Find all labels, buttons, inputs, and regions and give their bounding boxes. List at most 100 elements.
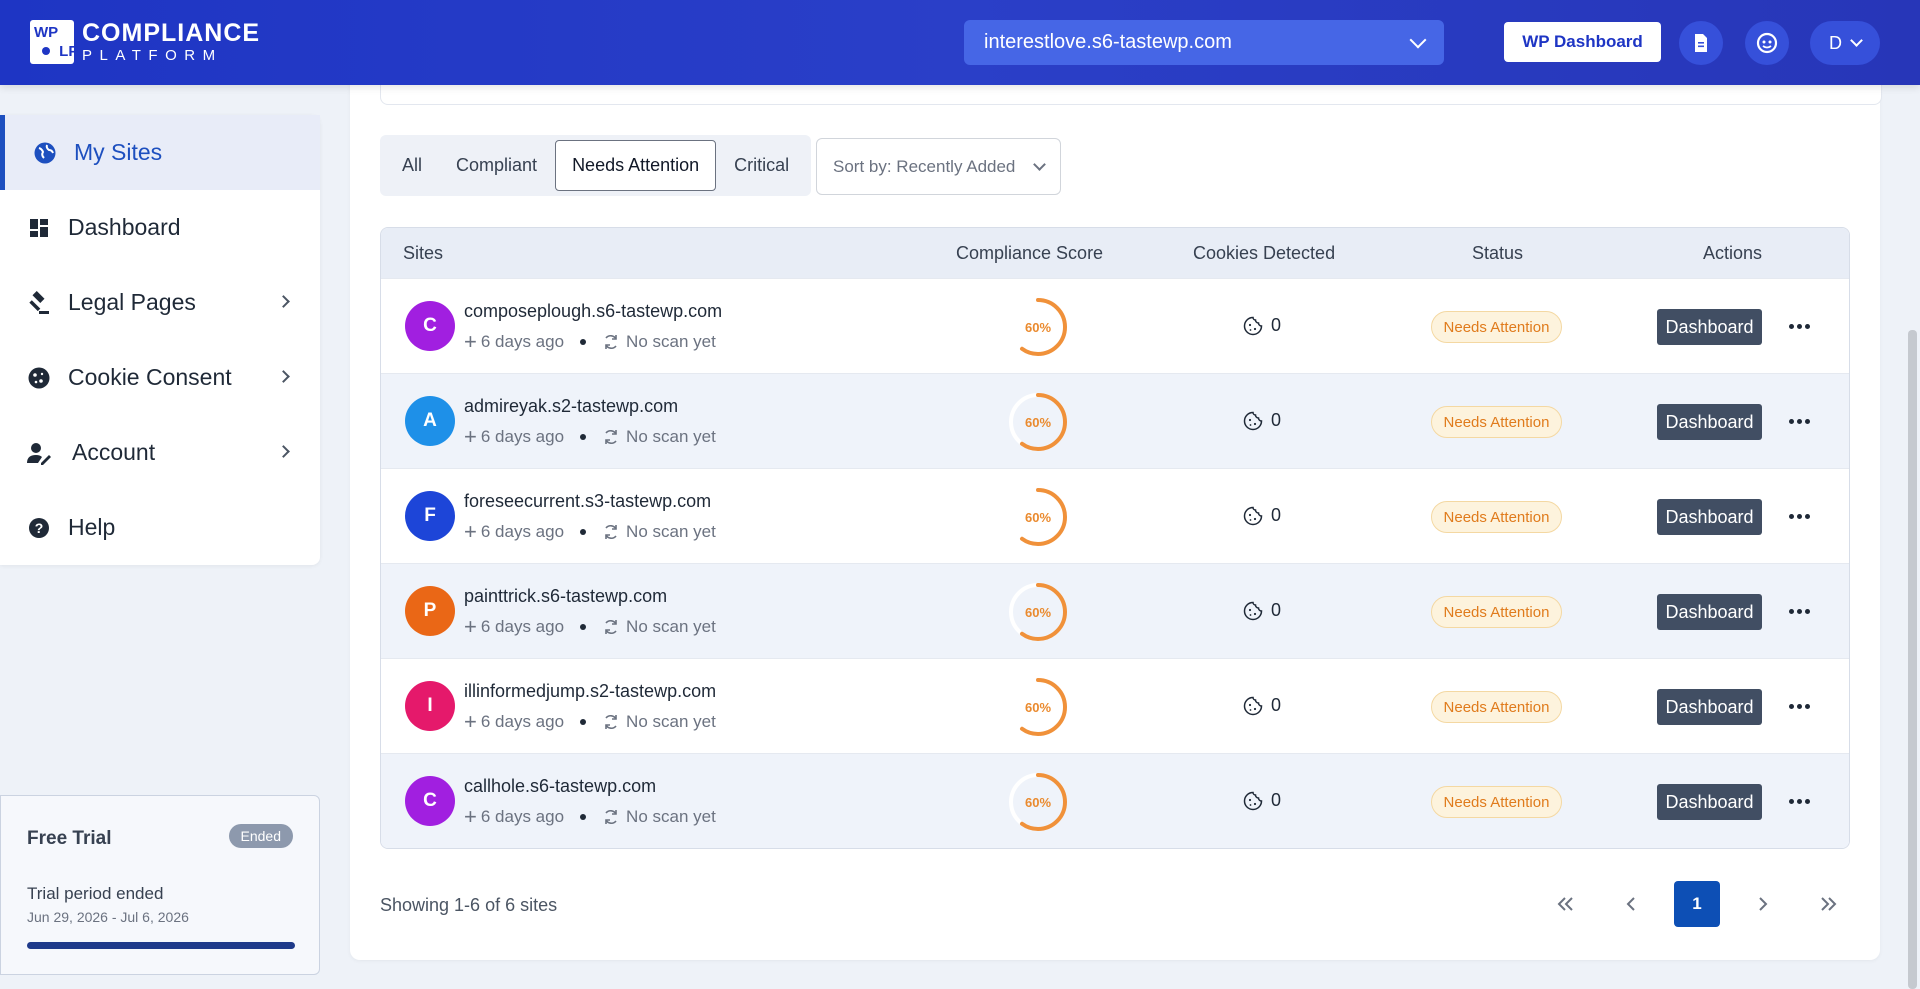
site-avatar: P	[405, 586, 455, 636]
sidebar-item-legal-pages[interactable]: Legal Pages	[0, 265, 320, 340]
sidebar-item-account[interactable]: Account	[0, 415, 320, 490]
more-actions-button[interactable]	[1781, 695, 1817, 717]
sidebar-item-dashboard[interactable]: Dashboard	[0, 190, 320, 265]
more-dot	[1804, 513, 1810, 519]
logo-mark-dot	[34, 43, 58, 61]
site-added: 6 days ago	[480, 712, 565, 731]
chevron-right-icon	[1759, 897, 1768, 911]
chevron-right-icon	[277, 295, 290, 308]
column-header-compliance-score: Compliance Score	[956, 242, 1104, 263]
site-meta: + 6 days ago No scan yet	[464, 426, 716, 448]
page-scrollbar[interactable]	[1908, 330, 1917, 989]
sync-icon	[602, 333, 620, 351]
cookies-count: 0	[1271, 790, 1282, 810]
site-dashboard-button[interactable]: Dashboard	[1657, 784, 1762, 820]
more-dot	[1788, 608, 1794, 614]
site-selector[interactable]: interestlove.s6-tastewp.com	[964, 20, 1444, 65]
top-bar: WP LP COMPLIANCE PLATFORM interestlove.s…	[0, 0, 1920, 85]
cookies-count: 0	[1271, 600, 1282, 620]
more-dot	[1796, 513, 1802, 519]
cookies-count: 0	[1271, 505, 1282, 525]
trial-subtitle: Trial period ended	[27, 884, 164, 903]
plus-icon: +	[464, 329, 477, 354]
site-domain[interactable]: foreseecurrent.s3-tastewp.com	[464, 491, 711, 512]
next-page-button[interactable]	[1740, 881, 1786, 927]
logo-mark-blank	[59, 24, 78, 42]
site-dashboard-button[interactable]: Dashboard	[1657, 594, 1762, 630]
wp-dashboard-button[interactable]: WP Dashboard	[1504, 22, 1661, 62]
chevron-right-icon	[277, 445, 290, 458]
more-dot	[1804, 798, 1810, 804]
double-chevron-left-icon	[1557, 897, 1573, 911]
more-actions-button[interactable]	[1781, 790, 1817, 812]
site-scan-status: No scan yet	[626, 332, 716, 351]
support-button[interactable]	[1745, 21, 1789, 65]
double-chevron-right-icon	[1821, 897, 1837, 911]
site-dashboard-button[interactable]: Dashboard	[1657, 499, 1762, 535]
chevron-right-icon	[277, 370, 290, 383]
tab-critical[interactable]: Critical	[718, 140, 805, 191]
site-dashboard-button[interactable]: Dashboard	[1657, 309, 1762, 345]
more-dot	[1788, 798, 1794, 804]
more-dot	[1796, 418, 1802, 424]
separator-dot	[580, 814, 587, 820]
compliance-score-gauge: 60%	[1002, 766, 1074, 838]
trial-status-badge: Ended	[228, 824, 293, 848]
more-actions-button[interactable]	[1781, 600, 1817, 622]
user-edit-icon	[26, 440, 52, 466]
compliance-score-gauge: 60%	[1002, 671, 1074, 743]
status-badge: Needs Attention	[1431, 596, 1562, 628]
separator-dot	[580, 624, 587, 630]
site-domain[interactable]: painttrick.s6-tastewp.com	[464, 586, 667, 607]
last-page-button[interactable]	[1806, 881, 1852, 927]
tab-compliant[interactable]: Compliant	[440, 140, 553, 191]
sync-icon	[602, 428, 620, 446]
page-button-current[interactable]: 1	[1674, 881, 1720, 927]
logo-mark-lp: LP	[59, 42, 79, 60]
document-button[interactable]	[1679, 21, 1723, 65]
site-meta: + 6 days ago No scan yet	[464, 711, 716, 733]
compliance-score-gauge: 60%	[1002, 576, 1074, 648]
site-domain[interactable]: admireyak.s2-tastewp.com	[464, 396, 678, 417]
plus-icon: +	[464, 519, 477, 544]
cookies-count: 0	[1271, 315, 1282, 335]
table-header: Sites Compliance Score Cookies Detected …	[381, 228, 1849, 278]
more-dot	[1788, 418, 1794, 424]
help-icon: ?	[26, 515, 52, 541]
sidebar-item-label: Help	[68, 514, 116, 540]
gavel-icon	[26, 290, 52, 316]
sort-dropdown[interactable]: Sort by: Recently Added	[816, 138, 1061, 195]
logo[interactable]: WP LP COMPLIANCE PLATFORM	[30, 20, 260, 64]
sidebar-item-help[interactable]: ? Help	[0, 490, 320, 565]
separator-dot	[580, 529, 587, 535]
site-dashboard-button[interactable]: Dashboard	[1657, 404, 1762, 440]
sidebar-item-my-sites[interactable]: My Sites	[0, 115, 320, 190]
trial-dates: Jun 29, 2026 - Jul 6, 2026	[27, 909, 189, 925]
first-page-button[interactable]	[1542, 881, 1588, 927]
tab-needs-attention[interactable]: Needs Attention	[555, 140, 717, 191]
trial-title: Free Trial	[27, 828, 112, 849]
site-dashboard-button[interactable]: Dashboard	[1657, 689, 1762, 725]
globe-icon	[32, 140, 58, 166]
cookie-icon	[1243, 411, 1263, 430]
more-actions-button[interactable]	[1781, 410, 1817, 432]
site-meta: + 6 days ago No scan yet	[464, 806, 716, 828]
more-dot	[1804, 608, 1810, 614]
site-domain[interactable]: composeplough.s6-tastewp.com	[464, 301, 722, 322]
site-domain[interactable]: illinformedjump.s2-tastewp.com	[464, 681, 716, 702]
more-dot	[1804, 418, 1810, 424]
cookies-detected: 0	[1243, 790, 1281, 811]
user-menu-button[interactable]: D	[1810, 21, 1880, 65]
sidebar: My Sites Dashboard Legal Pages Cookie Co…	[0, 115, 320, 565]
tab-all[interactable]: All	[386, 140, 438, 191]
site-domain[interactable]: callhole.s6-tastewp.com	[464, 776, 656, 797]
previous-page-button[interactable]	[1608, 881, 1654, 927]
compliance-score-gauge: 60%	[1002, 481, 1074, 553]
more-actions-button[interactable]	[1781, 315, 1817, 337]
more-actions-button[interactable]	[1781, 505, 1817, 527]
cookies-detected: 0	[1243, 410, 1281, 431]
status-badge: Needs Attention	[1431, 691, 1562, 723]
sidebar-item-cookie-consent[interactable]: Cookie Consent	[0, 340, 320, 415]
chevron-down-icon	[1850, 34, 1863, 47]
user-initial: D	[1829, 32, 1842, 53]
